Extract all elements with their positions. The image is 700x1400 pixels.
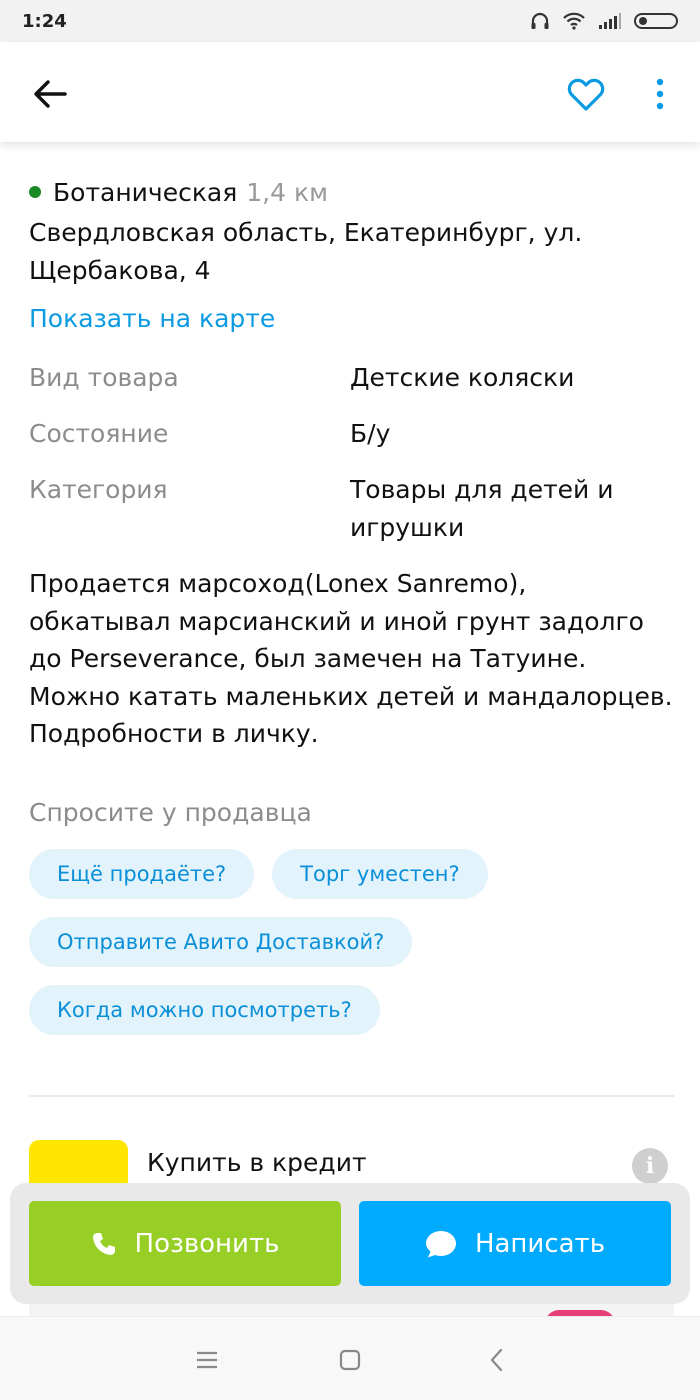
phone-icon (92, 1232, 115, 1255)
show-on-map-link[interactable]: Показать на карте (29, 299, 674, 339)
menu-button[interactable] (192, 1345, 222, 1375)
ask-seller-title: Спросите у продавца (29, 797, 312, 827)
address: Свердловская область, Екатеринбург, ул. … (29, 218, 583, 285)
param-row: Состояние Б/у (29, 415, 674, 453)
param-row: Категория Товары для детей и игрушки (29, 471, 674, 547)
nav-back-button[interactable] (482, 1345, 512, 1375)
info-icon[interactable]: i (632, 1148, 668, 1184)
param-value: Детские коляски (350, 363, 575, 392)
chip-avito-delivery[interactable]: Отправите Авито Доставкой? (29, 916, 413, 967)
status-time: 1:24 (22, 10, 67, 32)
metro-station: Ботаническая (53, 177, 238, 207)
call-button-label: Позвонить (134, 1228, 280, 1259)
param-key: Вид товара (29, 363, 179, 392)
menu-icon (197, 1351, 217, 1369)
more-vertical-icon (656, 78, 664, 110)
metro-info: Ботаническая 1,4 км (29, 170, 674, 214)
heart-outline-icon (567, 78, 605, 111)
status-bar: 1:24 (0, 0, 700, 42)
chat-bubble-icon (425, 1230, 456, 1257)
param-value: Товары для детей и игрушки (350, 475, 614, 542)
headphones-icon (531, 12, 549, 29)
signal-icon (599, 13, 621, 29)
chip-when-to-view[interactable]: Когда можно посмотреть? (29, 984, 380, 1035)
param-key: Категория (29, 475, 168, 504)
write-button[interactable]: Написать (359, 1201, 671, 1286)
param-value: Б/у (350, 419, 391, 448)
metro-distance: 1,4 км (246, 177, 328, 207)
home-button[interactable] (335, 1345, 365, 1375)
more-options-button[interactable] (645, 72, 675, 116)
top-toolbar (0, 42, 700, 142)
description: Продается марсоход(Lonex Sanremo), обкат… (29, 569, 673, 748)
param-key: Состояние (29, 419, 169, 448)
square-home-icon (339, 1349, 361, 1371)
back-button[interactable] (28, 72, 72, 116)
params-list: Вид товара Детские коляски Состояние Б/у… (29, 359, 674, 547)
credit-title: Купить в кредит (147, 1148, 367, 1177)
chip-still-selling[interactable]: Ещё продаёте? (29, 848, 255, 899)
param-row: Вид товара Детские коляски (29, 359, 674, 397)
ask-seller-chips: Ещё продаёте? Торг уместен? Отправите Ав… (29, 848, 674, 1035)
listing-details: Ботаническая 1,4 км Свердловская область… (29, 170, 674, 1053)
contact-actions-panel: Позвонить Написать (10, 1183, 690, 1304)
call-button[interactable]: Позвонить (29, 1201, 341, 1286)
chevron-back-icon (490, 1348, 503, 1372)
metro-line-dot (29, 186, 41, 198)
status-icons (530, 12, 678, 30)
write-button-label: Написать (474, 1228, 606, 1259)
wifi-icon (563, 12, 585, 30)
battery-icon (634, 13, 678, 29)
arrow-left-icon (34, 80, 67, 108)
divider (29, 1095, 674, 1097)
system-nav-bar (0, 1316, 700, 1400)
chip-bargain[interactable]: Торг уместен? (272, 848, 488, 899)
favorite-button[interactable] (563, 72, 609, 116)
